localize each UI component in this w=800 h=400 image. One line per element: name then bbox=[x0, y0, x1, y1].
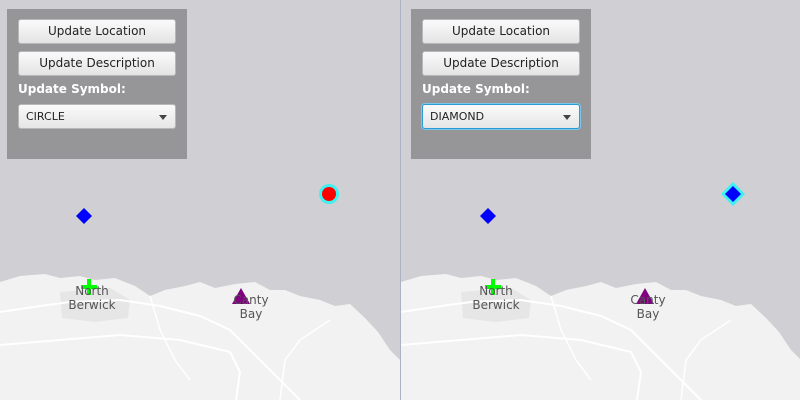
blue-diamond-marker[interactable] bbox=[75, 207, 93, 225]
symbol-select-value: DIAMOND bbox=[430, 110, 485, 123]
map-view-right[interactable]: North Berwick Canty Bay Update Location … bbox=[401, 0, 800, 400]
update-symbol-label: Update Symbol: bbox=[422, 82, 530, 96]
symbol-select-value: CIRCLE bbox=[26, 110, 65, 123]
map-view-left[interactable]: North Berwick Canty Bay Update Location … bbox=[0, 0, 400, 400]
update-description-button[interactable]: Update Description bbox=[422, 51, 580, 76]
place-label-north-berwick: North Berwick bbox=[472, 284, 520, 312]
update-location-button[interactable]: Update Location bbox=[422, 19, 580, 44]
place-label-north-berwick: North Berwick bbox=[68, 284, 116, 312]
symbol-select[interactable]: DIAMOND bbox=[422, 104, 580, 129]
control-panel: Update Location Update Description Updat… bbox=[411, 9, 591, 159]
selected-diamond-marker[interactable] bbox=[720, 181, 746, 207]
blue-diamond-marker[interactable] bbox=[479, 207, 497, 225]
update-symbol-label: Update Symbol: bbox=[18, 82, 126, 96]
chevron-down-icon bbox=[159, 115, 167, 120]
update-location-button[interactable]: Update Location bbox=[18, 19, 176, 44]
chevron-down-icon bbox=[563, 115, 571, 120]
place-label-canty-bay: Canty Bay bbox=[233, 293, 269, 321]
symbol-select[interactable]: CIRCLE bbox=[18, 104, 176, 129]
control-panel: Update Location Update Description Updat… bbox=[7, 9, 187, 159]
update-description-button[interactable]: Update Description bbox=[18, 51, 176, 76]
place-label-canty-bay: Canty Bay bbox=[630, 293, 666, 321]
selected-circle-marker[interactable] bbox=[316, 181, 342, 207]
